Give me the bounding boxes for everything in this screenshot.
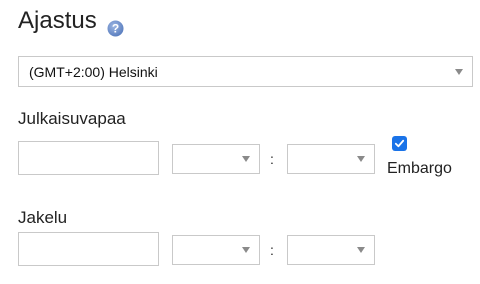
embargo-checkbox[interactable]: [392, 136, 407, 151]
checkmark-icon: [394, 139, 405, 148]
chevron-down-icon: [357, 247, 365, 253]
section-title-text: Ajastus: [18, 7, 97, 34]
publish-label: Julkaisuvapaa: [18, 109, 126, 128]
chevron-down-icon: [242, 156, 250, 162]
chevron-down-icon: [357, 156, 365, 162]
publish-hour-select[interactable]: [172, 144, 260, 174]
distribution-label: Jakelu: [18, 208, 68, 227]
publish-date-input[interactable]: [18, 141, 159, 175]
distribution-hour-select[interactable]: [172, 235, 260, 265]
distribution-minute-select[interactable]: [287, 235, 375, 265]
distribution-date-input[interactable]: [18, 232, 159, 266]
question-mark-icon[interactable]: ?: [107, 13, 124, 36]
embargo-label: Embargo: [387, 160, 452, 177]
scheduling-panel: Ajastus ? (GMT+2:00) Helsinki Julkaisuva…: [0, 0, 480, 284]
chevron-down-icon: [455, 68, 463, 75]
svg-text:?: ?: [112, 21, 119, 35]
time-separator: :: [270, 151, 274, 167]
timezone-select-value: (GMT+2:00) Helsinki: [29, 63, 158, 80]
chevron-down-icon: [242, 247, 250, 253]
publish-minute-select[interactable]: [287, 144, 375, 174]
time-separator: :: [270, 242, 274, 258]
section-title: Ajastus ?: [18, 4, 124, 38]
timezone-select[interactable]: (GMT+2:00) Helsinki: [18, 56, 473, 87]
